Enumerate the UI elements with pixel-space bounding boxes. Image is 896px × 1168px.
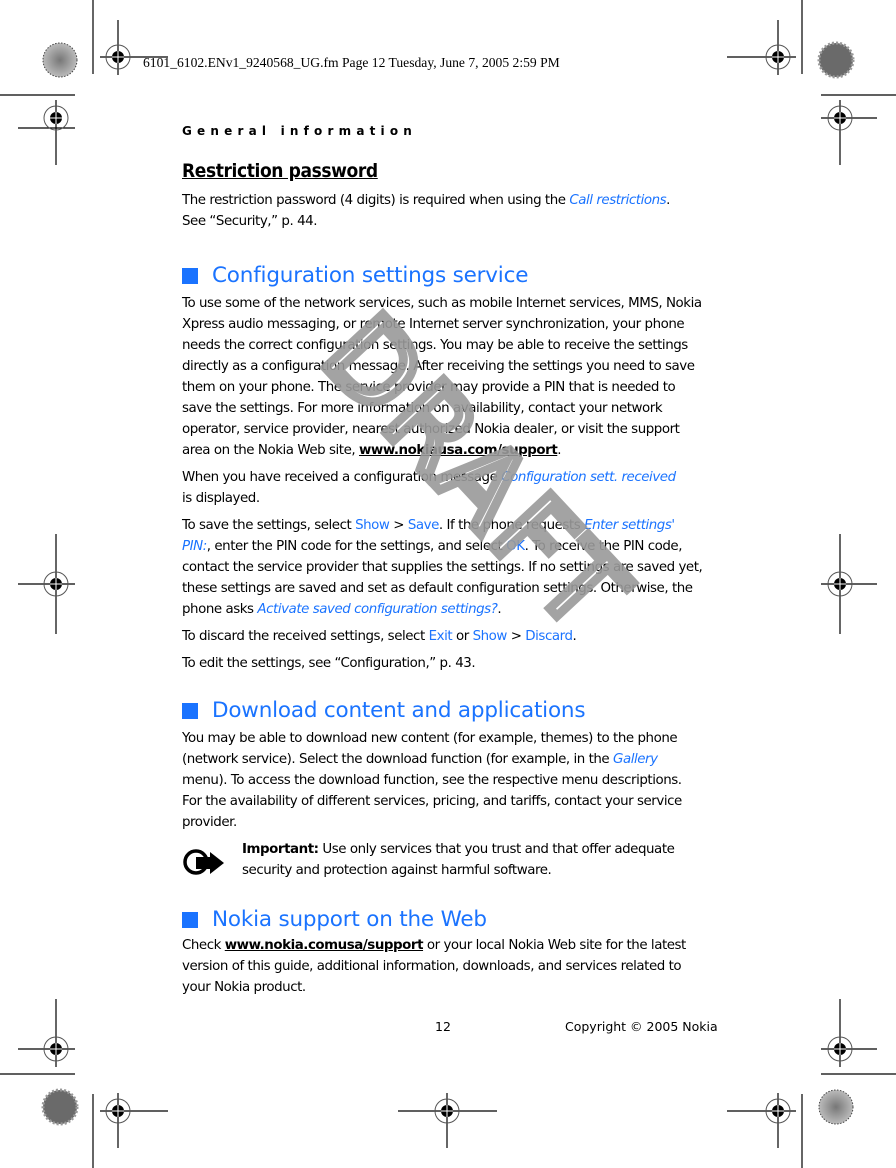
star-target-bottom-right bbox=[818, 1089, 854, 1125]
save-option: Save bbox=[407, 518, 440, 533]
exit-option: Exit bbox=[428, 629, 453, 644]
download-paragraph: You may be able to download new content … bbox=[182, 731, 682, 830]
call-restrictions-link[interactable]: Call restrictions bbox=[569, 193, 666, 208]
config-paragraph-3: To save the settings, select Show > Save… bbox=[182, 518, 703, 617]
config-paragraph-4: To discard the received settings, select… bbox=[182, 629, 577, 644]
file-slug: 6101_6102.ENv1_9240568_UG.fm Page 12 Tue… bbox=[143, 55, 560, 70]
support-paragraph: Check www.nokia.comusa/support or your l… bbox=[182, 938, 686, 995]
nokiausa-support-link[interactable]: www.nokiausa.com/support bbox=[359, 443, 558, 458]
configuration-settings-heading: Configuration settings service bbox=[182, 261, 704, 291]
activate-saved-config-text: Activate saved configuration settings? bbox=[257, 602, 498, 617]
config-paragraph-2: When you have received a configuration m… bbox=[182, 470, 676, 506]
discard-option: Discard bbox=[525, 629, 573, 644]
restriction-password-heading: Restriction password bbox=[182, 160, 378, 182]
download-content-heading: Download content and applications bbox=[182, 696, 704, 726]
ok-option: OK bbox=[506, 539, 525, 554]
star-target-bottom-left bbox=[41, 1088, 79, 1126]
show-option: Show bbox=[472, 629, 508, 644]
page-number: 12 bbox=[435, 1019, 451, 1034]
show-option: Show bbox=[355, 518, 390, 533]
config-sett-received-text: Configuration sett. received bbox=[501, 470, 676, 485]
config-paragraph-1: To use some of the network services, suc… bbox=[182, 296, 702, 458]
nokia-support-link[interactable]: www.nokia.comusa/support bbox=[225, 938, 424, 953]
copyright: Copyright © 2005 Nokia bbox=[565, 1019, 718, 1034]
important-note-text: Important: Use only services that you tr… bbox=[242, 842, 675, 878]
page-content: Restriction password The restriction pas… bbox=[182, 158, 704, 998]
config-paragraph-5: To edit the settings, see “Configuration… bbox=[182, 656, 476, 671]
section-bullet-icon bbox=[182, 703, 198, 719]
important-icon bbox=[182, 839, 242, 883]
nokia-support-heading: Nokia support on the Web bbox=[182, 905, 704, 935]
star-target-top-right bbox=[817, 41, 855, 79]
running-head: General information bbox=[182, 124, 418, 138]
section-bullet-icon bbox=[182, 912, 198, 928]
restriction-paragraph: The restriction password (4 digits) is r… bbox=[182, 193, 670, 229]
important-note: Important: Use only services that you tr… bbox=[182, 839, 704, 883]
star-target-top-left bbox=[42, 42, 78, 78]
gallery-menu-text: Gallery bbox=[613, 752, 658, 767]
section-bullet-icon bbox=[182, 268, 198, 284]
